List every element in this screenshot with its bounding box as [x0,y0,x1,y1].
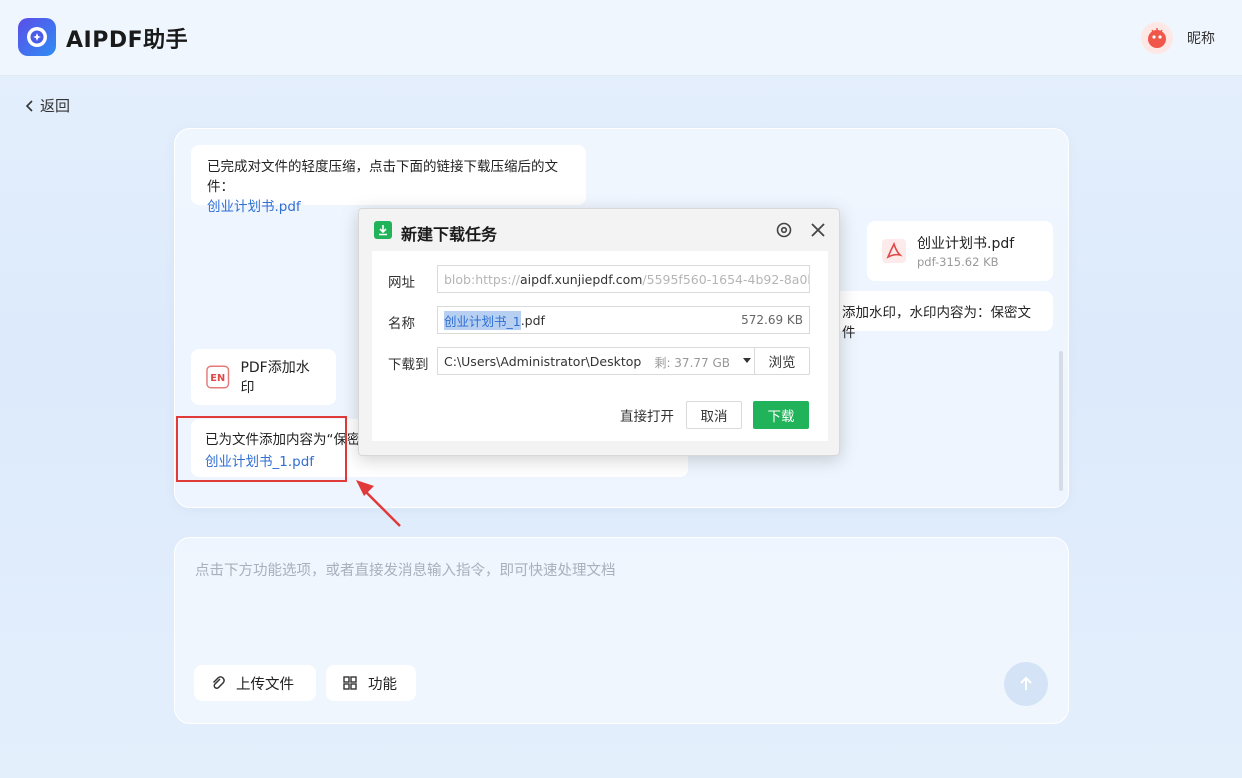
gear-icon[interactable] [775,221,793,239]
message-input[interactable]: 点击下方功能选项，或者直接发消息输入指令，即可快速处理文档 [195,559,616,580]
message-text: 已完成对文件的轻度压缩，点击下面的链接下载压缩后的文件： [207,159,558,195]
watermark-tool-icon: EN [206,365,230,389]
back-label: 返回 [40,97,71,115]
send-button[interactable] [1004,662,1048,706]
new-download-dialog: 新建下载任务 网址 blob:https://aipdf.xunjiepdf.c… [358,208,840,456]
highlight-annotation-box [176,416,347,482]
file-size: pdf-315.62 KB [917,255,999,269]
pdf-file-icon [882,239,906,263]
file-name: 创业计划书.pdf [917,236,1015,252]
grid-icon [343,676,357,690]
message-input-panel: 点击下方功能选项，或者直接发消息输入指令，即可快速处理文档 上传文件 功能 [174,537,1069,724]
function-button[interactable]: 功能 [326,665,416,701]
url-field[interactable]: blob:https://aipdf.xunjiepdf.com/5595f56… [437,265,810,293]
browse-button[interactable]: 浏览 [754,347,810,375]
app-title: AIPDF助手 [66,28,189,53]
user-message-watermark: 添加水印，水印内容为：保密文件 [830,291,1053,341]
upload-file-button[interactable]: 上传文件 [194,665,316,701]
free-space-readout: 剩: 37.77 GB [654,356,730,370]
save-path-field[interactable]: C:\Users\Administrator\Desktop 剩: 37.77 … [437,347,737,375]
tool-card-watermark[interactable]: EN PDF添加水印 [191,349,336,405]
function-label: 功能 [368,676,397,693]
save-to-label: 下载到 [388,357,429,373]
close-icon[interactable] [809,221,827,239]
arrow-up-icon [1020,676,1032,690]
url-label: 网址 [388,275,415,291]
file-card[interactable]: 创业计划书.pdf pdf-315.62 KB [867,221,1053,281]
dialog-body: 网址 blob:https://aipdf.xunjiepdf.com/5595… [372,251,828,441]
avatar[interactable] [1141,22,1173,54]
upload-file-label: 上传文件 [236,676,294,693]
chevron-left-icon [25,99,33,112]
filename-field[interactable]: 创业计划书_1 .pdf 572.69 KB [437,306,810,334]
caret-down-icon [742,358,751,363]
download-app-icon [374,221,392,239]
paperclip-icon [212,676,225,689]
svg-text:EN: EN [210,373,225,384]
tool-card-label: PDF添加水印 [240,360,310,396]
download-button[interactable]: 下载 [753,401,809,429]
name-label: 名称 [388,316,415,332]
chat-scrollbar[interactable] [1059,351,1063,491]
back-button[interactable]: 返回 [24,95,70,116]
annotation-arrow-icon [356,480,401,527]
assistant-message-compress: 已完成对文件的轻度压缩，点击下面的链接下载压缩后的文件： 创业计划书.pdf [191,145,586,215]
user-nickname[interactable]: 昵称 [1187,28,1215,48]
app-logo-icon [18,18,56,56]
cancel-button[interactable]: 取消 [686,401,742,429]
open-directly-button[interactable]: 直接打开 [610,401,684,429]
file-size-readout: 572.69 KB [741,313,803,327]
dialog-title: 新建下载任务 [401,225,498,244]
app-header: AIPDF助手 昵称 [0,0,1242,76]
